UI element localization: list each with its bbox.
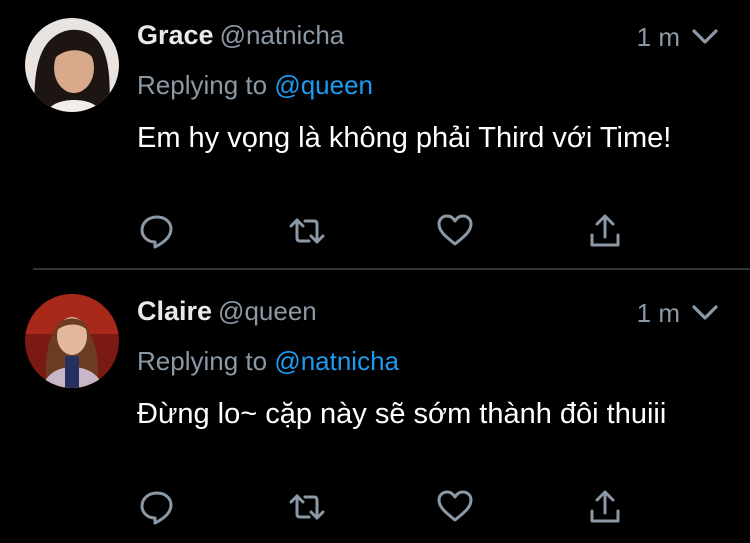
chevron-down-icon[interactable] [690, 302, 720, 324]
like-button[interactable] [435, 487, 475, 527]
retweet-button[interactable] [287, 487, 327, 527]
tweet[interactable]: Claire @queen 1 m Replying to @natnicha Đ… [0, 270, 750, 543]
retweet-button[interactable] [287, 211, 327, 251]
replying-label: Replying to [137, 70, 268, 100]
tweet-header: Grace @natnicha 1 m [137, 20, 720, 56]
share-button[interactable] [585, 211, 625, 251]
tweet-text: Đừng lo~ cặp này sẽ sớm thành đôi thuiii [137, 398, 667, 430]
retweet-icon [289, 218, 325, 244]
like-button[interactable] [435, 211, 475, 251]
tweet-actions [137, 487, 637, 527]
timestamp: 1 m [636, 22, 680, 52]
tweet-actions [137, 211, 637, 251]
mention-link[interactable]: @natnicha [274, 346, 399, 376]
reply-button[interactable] [137, 211, 177, 251]
avatar[interactable] [25, 294, 119, 388]
mention-link[interactable]: @queen [274, 70, 373, 100]
replying-to: Replying to @natnicha [137, 346, 399, 377]
reply-icon [140, 215, 173, 249]
chevron-down-icon[interactable] [690, 26, 720, 48]
user-handle[interactable]: @natnicha [220, 20, 345, 50]
reply-button[interactable] [137, 487, 177, 527]
user-handle[interactable]: @queen [218, 296, 317, 326]
share-icon [590, 214, 620, 247]
display-name[interactable]: Claire [137, 296, 212, 326]
timestamp: 1 m [636, 298, 680, 328]
like-icon [437, 214, 473, 246]
replying-label: Replying to [137, 346, 268, 376]
replying-to: Replying to @queen [137, 70, 373, 101]
like-icon [437, 490, 473, 522]
tweet[interactable]: Grace @natnicha 1 m Replying to @queen Em… [0, 0, 750, 268]
tweet-text: Em hy vọng là không phải Third với Time! [137, 122, 672, 154]
avatar[interactable] [25, 18, 119, 112]
reply-icon [140, 491, 173, 525]
avatar-image [25, 294, 119, 388]
share-button[interactable] [585, 487, 625, 527]
retweet-icon [289, 494, 325, 520]
share-icon [590, 490, 620, 523]
display-name[interactable]: Grace [137, 20, 214, 50]
avatar-image [25, 18, 119, 112]
tweet-header: Claire @queen 1 m [137, 296, 720, 332]
